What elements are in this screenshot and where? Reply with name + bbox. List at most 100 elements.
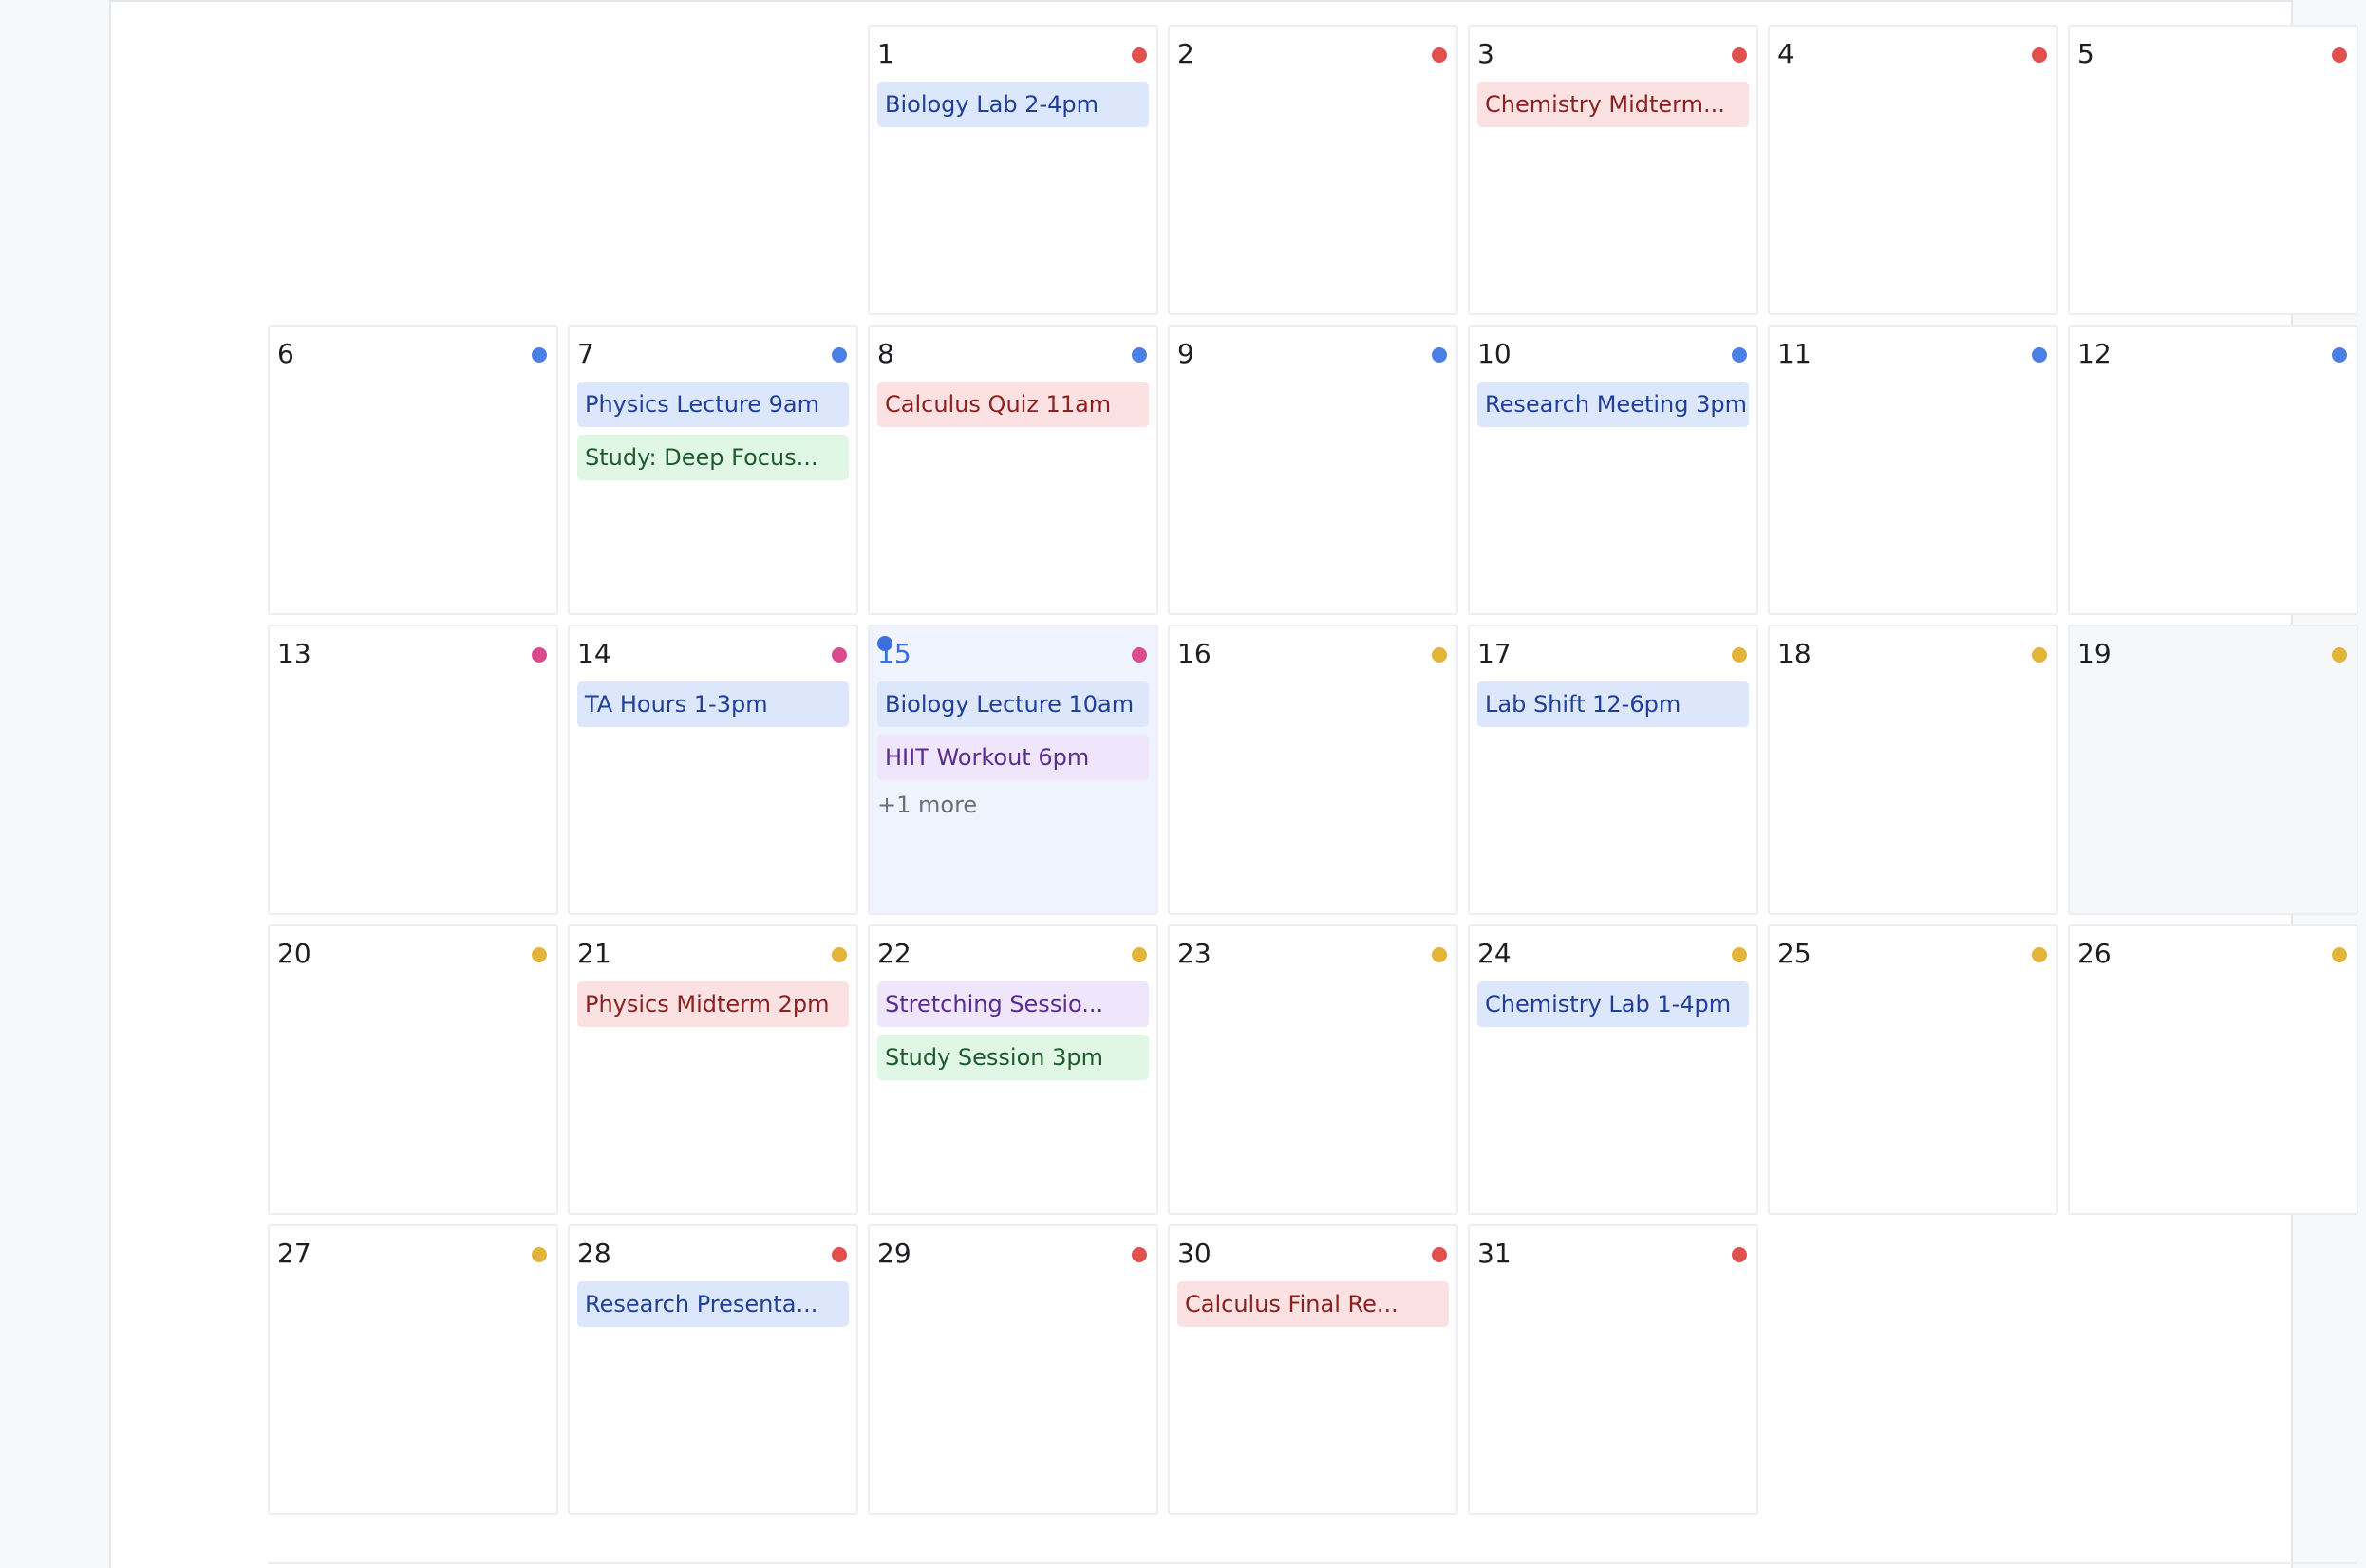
day-number: 5 (2077, 38, 2094, 69)
event-list: Calculus Final Re... (1177, 1281, 1449, 1327)
event-chip[interactable]: Study: Deep Focus... (577, 435, 849, 480)
day-number: 7 (577, 338, 594, 369)
day-number: 22 (877, 938, 911, 969)
event-chip[interactable]: Research Presenta... (577, 1281, 849, 1327)
event-chip[interactable]: Physics Midterm 2pm (577, 981, 849, 1027)
day-cell[interactable]: 10 Research Meeting 3pm (1468, 325, 1758, 615)
day-number: 13 (277, 638, 311, 669)
month-grid: 1 Biology Lab 2-4pm 2 3 Chemistry Midterm...… (268, 25, 2360, 1515)
day-cell[interactable]: 1 Biology Lab 2-4pm (868, 25, 1158, 315)
day-cell[interactable]: 29 (868, 1224, 1158, 1515)
day-number: 23 (1177, 938, 1211, 969)
day-cell[interactable]: 3 Chemistry Midterm... (1468, 25, 1758, 315)
day-cell[interactable]: 19 (2068, 625, 2358, 915)
more-events-link[interactable]: +1 more (877, 792, 1149, 818)
day-number: 11 (1777, 338, 1812, 369)
day-status-dot (2332, 947, 2347, 962)
day-cell[interactable]: 2 (1168, 25, 1458, 315)
day-number: 29 (877, 1238, 911, 1269)
day-cell[interactable]: 5 (2068, 25, 2358, 315)
day-status-dot (2032, 47, 2047, 63)
event-chip[interactable]: HIIT Workout 6pm (877, 735, 1149, 780)
day-cell[interactable]: 26 (2068, 924, 2358, 1215)
event-chip[interactable]: Study Session 3pm (877, 1035, 1149, 1080)
day-number: 18 (1777, 638, 1812, 669)
day-cell[interactable]: 24 Chemistry Lab 1-4pm (1468, 924, 1758, 1215)
day-cell[interactable]: 22 Stretching Sessio... Study Session 3pm (868, 924, 1158, 1215)
day-number: 16 (1177, 638, 1211, 669)
day-cell[interactable]: 16 (1168, 625, 1458, 915)
day-cell[interactable]: 17 Lab Shift 12-6pm (1468, 625, 1758, 915)
day-status-dot (832, 647, 847, 663)
day-status-dot (832, 947, 847, 962)
day-status-dot (2332, 47, 2347, 63)
day-status-dot (1732, 347, 1747, 363)
day-status-dot (532, 947, 547, 962)
event-chip[interactable]: Research Meeting 3pm (1477, 382, 1749, 427)
day-cell[interactable]: 7 Physics Lecture 9am Study: Deep Focus... (568, 325, 858, 615)
event-list: Physics Midterm 2pm (577, 981, 849, 1027)
event-list: TA Hours 1-3pm (577, 681, 849, 727)
day-cell[interactable]: 23 (1168, 924, 1458, 1215)
day-cell[interactable]: 25 (1768, 924, 2058, 1215)
day-status-dot (832, 347, 847, 363)
day-number: 4 (1777, 38, 1794, 69)
day-number: 3 (1477, 38, 1494, 69)
event-chip[interactable]: Stretching Sessio... (877, 981, 1149, 1027)
event-list: Research Presenta... (577, 1281, 849, 1327)
day-cell[interactable]: 13 (268, 625, 558, 915)
day-cell[interactable]: 6 (268, 325, 558, 615)
day-status-dot (2332, 347, 2347, 363)
event-chip[interactable]: Biology Lab 2-4pm (877, 82, 1149, 127)
day-cell[interactable]: 27 (268, 1224, 558, 1515)
event-chip[interactable]: Calculus Final Re... (1177, 1281, 1449, 1327)
day-number: 20 (277, 938, 311, 969)
day-cell[interactable]: 30 Calculus Final Re... (1168, 1224, 1458, 1515)
day-cell[interactable]: 31 (1468, 1224, 1758, 1515)
day-status-dot (1732, 947, 1747, 962)
day-status-dot (532, 347, 547, 363)
day-cell[interactable]: 18 (1768, 625, 2058, 915)
day-cell[interactable]: 8 Calculus Quiz 11am (868, 325, 1158, 615)
event-chip[interactable]: Physics Lecture 9am (577, 382, 849, 427)
day-cell[interactable]: 14 TA Hours 1-3pm (568, 625, 858, 915)
empty-day-cell (268, 25, 558, 315)
day-cell-today[interactable]: 15 Biology Lecture 10am HIIT Workout 6pm +1… (868, 625, 1158, 915)
event-list: Chemistry Lab 1-4pm (1477, 981, 1749, 1027)
day-cell[interactable]: 28 Research Presenta... (568, 1224, 858, 1515)
empty-day-cell (568, 25, 858, 315)
day-status-dot (1432, 647, 1447, 663)
event-chip[interactable]: Calculus Quiz 11am (877, 382, 1149, 427)
day-cell[interactable]: 11 (1768, 325, 2058, 615)
event-chip[interactable]: Chemistry Lab 1-4pm (1477, 981, 1749, 1027)
day-status-dot (1132, 647, 1147, 663)
day-number: 27 (277, 1238, 311, 1269)
day-cell[interactable]: 12 (2068, 325, 2358, 615)
day-status-dot (2032, 947, 2047, 962)
day-number: 26 (2077, 938, 2112, 969)
event-chip[interactable]: Chemistry Midterm... (1477, 82, 1749, 127)
day-status-dot (832, 1247, 847, 1262)
event-chip[interactable]: Lab Shift 12-6pm (1477, 681, 1749, 727)
day-cell[interactable]: 20 (268, 924, 558, 1215)
day-number: 21 (577, 938, 611, 969)
day-number: 31 (1477, 1238, 1512, 1269)
day-cell[interactable]: 21 Physics Midterm 2pm (568, 924, 858, 1215)
day-status-dot (2032, 647, 2047, 663)
day-number: 2 (1177, 38, 1194, 69)
day-number: 12 (2077, 338, 2112, 369)
event-chip[interactable]: Biology Lecture 10am (877, 681, 1149, 727)
day-number: 1 (877, 38, 894, 69)
day-number: 6 (277, 338, 294, 369)
event-list: Lab Shift 12-6pm (1477, 681, 1749, 727)
day-cell[interactable]: 9 (1168, 325, 1458, 615)
day-status-dot (532, 647, 547, 663)
day-number: 9 (1177, 338, 1194, 369)
day-status-dot (1732, 1247, 1747, 1262)
day-number: 8 (877, 338, 894, 369)
day-number: 10 (1477, 338, 1512, 369)
day-cell[interactable]: 4 (1768, 25, 2058, 315)
event-chip[interactable]: TA Hours 1-3pm (577, 681, 849, 727)
day-number: 30 (1177, 1238, 1211, 1269)
day-status-dot (1732, 47, 1747, 63)
